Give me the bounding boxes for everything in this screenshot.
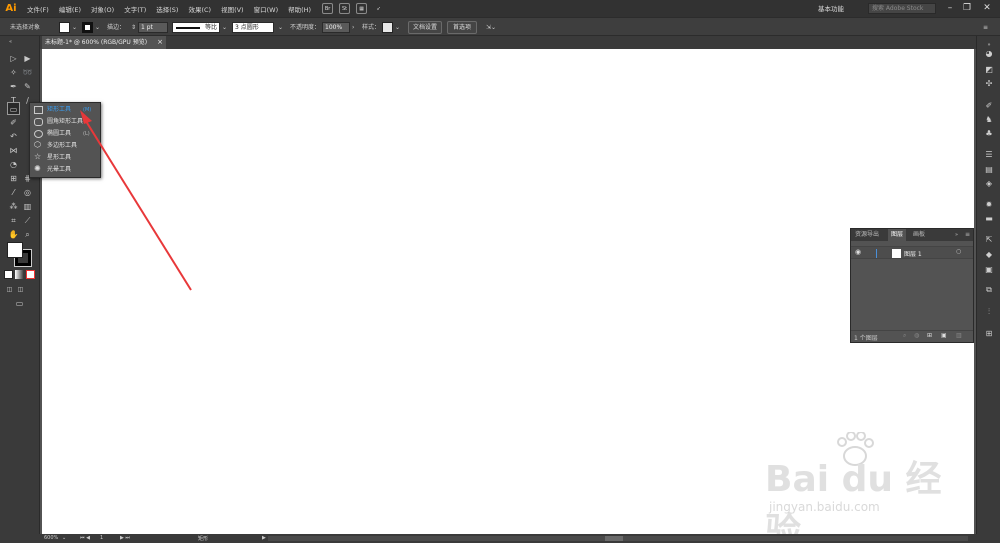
layer-thumbnail: [892, 249, 901, 258]
new-layer-icon[interactable]: ▣: [941, 332, 947, 339]
artboard-number[interactable]: 1: [100, 535, 103, 541]
appearance-icon[interactable]: ✣: [983, 78, 995, 90]
tab-layers[interactable]: 图层: [888, 229, 907, 241]
tab-artboards[interactable]: 画板: [913, 229, 925, 241]
color-guide-icon[interactable]: ◩: [983, 64, 995, 76]
tab-asset-export[interactable]: 资源导出: [855, 229, 879, 241]
layer-row[interactable]: ◉ 图层 1 ○: [851, 246, 973, 259]
panel-menu-icon[interactable]: ≡: [965, 229, 970, 241]
artboards-icon[interactable]: ▣: [983, 264, 995, 276]
pathfinder-icon[interactable]: ⧉: [983, 284, 995, 296]
transparency-icon[interactable]: ◈: [983, 178, 995, 190]
asset-export-icon[interactable]: ⇱: [983, 234, 995, 246]
brushes-icon[interactable]: ✐: [983, 100, 995, 112]
zoom-level[interactable]: 600%: [44, 535, 58, 541]
panel-collapse-icon[interactable]: »: [955, 229, 958, 241]
watermark-main: Bai du 经验: [765, 459, 942, 543]
color-panel-icon[interactable]: ◕: [983, 48, 995, 60]
right-dock: » ◕ ◩ ✣ ✐ ♞ ♣ ☰ ▤ ◈ ✹ ▬ ⇱ ◆ ▣ ⧉ ⫶ ⊞: [976, 36, 1000, 534]
layer-count: 1 个图层: [854, 335, 878, 342]
watermark: Bai du 经验 jingyan.baidu.com: [765, 431, 955, 543]
gradient-panel-icon[interactable]: ▤: [983, 164, 995, 176]
current-tool-status: 矩形: [198, 536, 209, 542]
first-artboard-icon[interactable]: ⏮ ◀: [80, 535, 90, 541]
status-play-icon[interactable]: ▶: [262, 535, 266, 541]
locate-object-icon[interactable]: ⌕: [903, 332, 906, 340]
graphic-styles-icon[interactable]: ♣: [983, 128, 995, 140]
eye-icon[interactable]: ◉: [855, 248, 861, 256]
libraries-icon[interactable]: ▬: [983, 213, 995, 225]
layers-icon[interactable]: ◆: [983, 249, 995, 261]
fill-swatch[interactable]: [7, 242, 23, 258]
clipping-mask-icon[interactable]: ◍: [914, 332, 919, 339]
next-artboard-icon[interactable]: ▶ ⏭: [120, 535, 130, 541]
new-sublayer-icon[interactable]: ⊞: [927, 332, 932, 339]
layers-panel: 资源导出 图层 画板 » ≡ ◉ 图层 1 ○ 1 个图层 ⌕ ◍ ⊞ ▣ ▥: [850, 228, 974, 343]
transform-icon[interactable]: ⊞: [983, 328, 995, 340]
layer-name[interactable]: 图层 1: [904, 249, 922, 258]
panel-tabs: 资源导出 图层 画板 » ≡: [851, 229, 973, 241]
align-icon[interactable]: ⫶: [983, 306, 995, 318]
arrow-shaft: [83, 117, 192, 291]
arrow-head: [80, 110, 92, 124]
symbols-icon[interactable]: ♞: [983, 114, 995, 126]
panel-footer: 1 个图层 ⌕ ◍ ⊞ ▣ ▥: [851, 330, 973, 342]
scrollbar-thumb[interactable]: [605, 536, 623, 541]
target-icon[interactable]: ○: [956, 248, 961, 255]
watermark-url: jingyan.baidu.com: [769, 500, 880, 514]
stroke-panel-icon[interactable]: ☰: [983, 149, 995, 161]
layer-color-bar: [876, 249, 877, 258]
chevron-down-icon[interactable]: ⌄: [62, 535, 66, 541]
trash-icon[interactable]: ▥: [956, 332, 962, 339]
swatches-icon[interactable]: ✹: [983, 199, 995, 211]
status-bar: 600% ⌄ ⏮ ◀ 1 ▶ ⏭ 矩形 ▶: [0, 534, 1000, 543]
